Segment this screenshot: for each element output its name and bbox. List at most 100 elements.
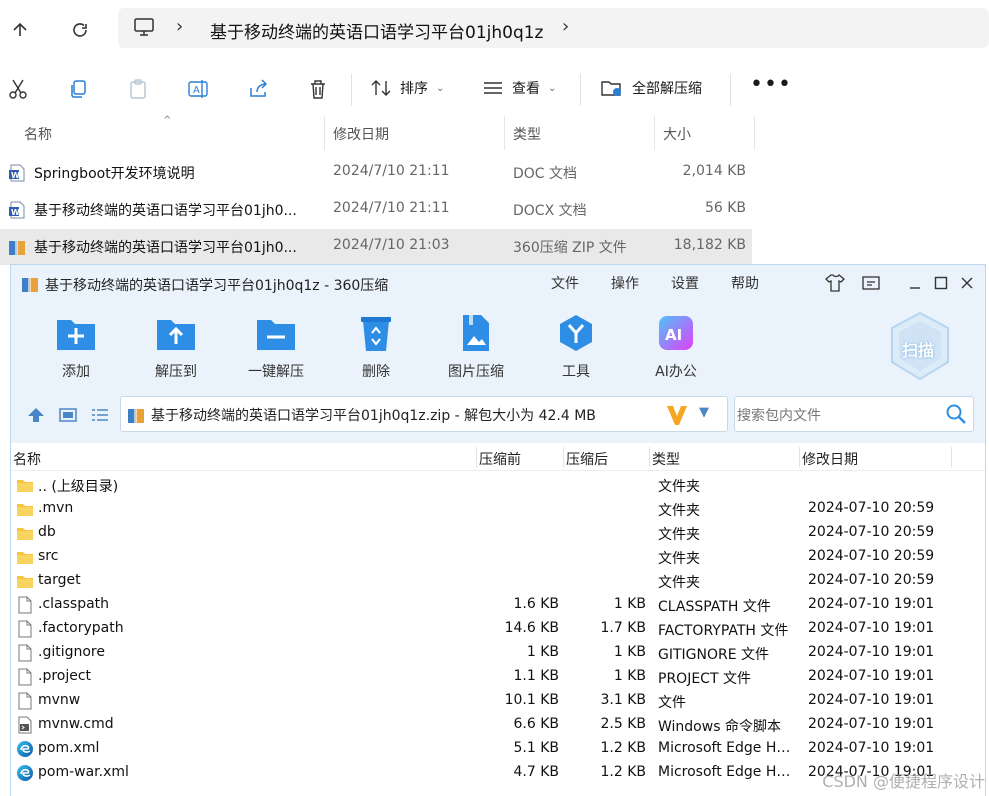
entry-name: db (38, 524, 56, 540)
paste-icon[interactable] (125, 76, 151, 102)
tools-button[interactable]: 工具 (531, 313, 621, 387)
command-bar: A 排序 ⌄ 查看 ⌄ 全部解压缩 ••• (0, 66, 989, 114)
rename-icon[interactable]: A (185, 76, 211, 102)
delete-button[interactable]: 删除 (331, 313, 421, 387)
entry-size-after: 3.1 KB (600, 692, 647, 708)
cut-icon[interactable] (5, 76, 31, 102)
archive-folder-row[interactable]: db 文件夹 2024-07-10 20:59 (11, 521, 985, 545)
folder-icon (16, 548, 34, 566)
toolbar-divider (580, 74, 581, 106)
extract-folder-icon (601, 81, 621, 96)
one-click-extract-icon (255, 313, 297, 353)
copy-icon[interactable] (65, 76, 91, 102)
share-icon[interactable] (245, 76, 271, 102)
file-type: DOCX 文档 (513, 203, 587, 219)
image-compress-label: 图片压缩 (448, 364, 504, 380)
column-date[interactable]: 修改日期 (325, 116, 505, 150)
file-type: DOC 文档 (513, 166, 578, 182)
archive-column-date[interactable]: 修改日期 (802, 449, 858, 469)
explorer-file-row[interactable]: 基于移动终端的英语口语学习平台01jh0... 2024/7/10 21:03 36… (0, 229, 752, 265)
explorer-file-row[interactable]: W Springboot开发环境说明 2024/7/10 21:11 DOC 文档 2,… (0, 155, 752, 191)
archive-file-row[interactable]: pom.xml 5.1 KB 1.2 KB Microsoft Edge HT... 2… (11, 737, 985, 761)
entry-size-before: 4.7 KB (513, 764, 560, 780)
sort-button[interactable]: 排序 ⌄ (370, 78, 444, 98)
svg-text:A: A (193, 85, 200, 96)
extract-all-button[interactable]: 全部解压缩 (600, 78, 702, 98)
delete-icon[interactable] (305, 76, 331, 102)
image-compress-icon (455, 313, 497, 353)
archive-folder-row[interactable]: .. (上级目录) 文件夹 (11, 473, 985, 497)
word-doc-icon: W (8, 164, 26, 182)
explorer-file-row[interactable]: W 基于移动终端的英语口语学习平台01jh0... 2024/7/10 21:11 D… (0, 192, 752, 228)
archive-search-field[interactable]: 搜索包内文件 (734, 396, 974, 432)
view-button[interactable]: 查看 ⌄ (482, 78, 556, 98)
chevron-right-icon[interactable]: › (562, 16, 569, 37)
archive-file-row[interactable]: .gitignore 1 KB 1 KB GITIGNORE 文件 2024-07-10… (11, 641, 985, 665)
column-divider (951, 447, 952, 467)
folder-icon (16, 500, 34, 518)
explorer-column-header: ^ 名称 修改日期 类型 大小 (0, 115, 760, 150)
up-level-icon[interactable] (25, 405, 47, 425)
entry-type: 文件 (658, 695, 686, 711)
archive-path-field[interactable]: 基于移动终端的英语口语学习平台01jh0q1z.zip - 解包大小为 42.4… (120, 396, 728, 432)
column-size[interactable]: 大小 (655, 116, 755, 150)
refresh-icon[interactable] (62, 12, 98, 48)
archive-column-type[interactable]: 类型 (652, 449, 680, 469)
view-label: 查看 (512, 81, 540, 97)
archive-column-name[interactable]: 名称 (13, 449, 41, 469)
column-divider (476, 447, 477, 467)
archive-folder-row[interactable]: target 文件夹 2024-07-10 20:59 (11, 569, 985, 593)
archive-file-row[interactable]: .project 1.1 KB 1 KB PROJECT 文件 2024-07-10 1… (11, 665, 985, 689)
svg-text:AI: AI (665, 326, 682, 344)
archive-file-row[interactable]: .factorypath 14.6 KB 1.7 KB FACTORYPATH 文件 2… (11, 617, 985, 641)
archive-column-before[interactable]: 压缩前 (479, 449, 521, 469)
one-click-extract-button[interactable]: 一键解压 (231, 313, 321, 387)
svg-text:W: W (11, 171, 20, 180)
add-folder-icon (55, 313, 97, 353)
close-icon[interactable] (955, 271, 979, 295)
menu-file[interactable]: 文件 (551, 273, 579, 293)
maximize-icon[interactable] (929, 271, 953, 295)
column-type[interactable]: 类型 (505, 116, 655, 150)
archive-file-row[interactable]: mvnw 10.1 KB 3.1 KB 文件 2024-07-10 19:01 (11, 689, 985, 713)
entry-name: pom.xml (38, 740, 100, 756)
minimize-icon[interactable] (903, 271, 927, 295)
address-bar[interactable]: › 基于移动终端的英语口语学习平台01jh0q1z › (118, 8, 989, 48)
zip-path-bar: 基于移动终端的英语口语学习平台01jh0q1z.zip - 解包大小为 42.4… (11, 391, 985, 439)
add-button[interactable]: 添加 (31, 313, 121, 387)
archive-folder-row[interactable]: src 文件夹 2024-07-10 20:59 (11, 545, 985, 569)
entry-size-after: 1.2 KB (600, 740, 647, 756)
archive-file-row[interactable]: .classpath 1.6 KB 1 KB CLASSPATH 文件 2024-07-… (11, 593, 985, 617)
entry-size-before: 1 KB (526, 644, 559, 660)
extract-to-label: 解压到 (155, 364, 197, 380)
archive-file-row[interactable]: mvnw.cmd 6.6 KB 2.5 KB Windows 命令脚本 2024-07-… (11, 713, 985, 737)
more-options-icon[interactable]: ••• (750, 72, 792, 97)
computer-icon (134, 18, 154, 36)
file-date: 2024/7/10 21:11 (333, 200, 450, 216)
menu-help[interactable]: 帮助 (731, 273, 759, 293)
entry-size-before: 1.1 KB (513, 668, 560, 684)
scan-button[interactable]: 扫描 (889, 311, 951, 381)
column-divider (563, 447, 564, 467)
search-icon[interactable] (945, 403, 967, 425)
entry-name: .gitignore (38, 644, 105, 660)
scan-label: 扫描 (902, 341, 935, 360)
entry-type: Microsoft Edge HT... (658, 740, 796, 756)
skin-shirt-icon[interactable] (823, 271, 847, 295)
zip-archive-icon (128, 409, 144, 423)
column-name[interactable]: 名称 (0, 116, 325, 150)
file-date: 2024/7/10 21:11 (333, 163, 450, 179)
address-path[interactable]: 基于移动终端的英语口语学习平台01jh0q1z (210, 18, 543, 43)
menu-settings[interactable]: 设置 (671, 273, 699, 293)
dropdown-triangle-icon[interactable]: ▼ (699, 405, 709, 420)
extract-to-button[interactable]: 解压到 (131, 313, 221, 387)
archive-column-after[interactable]: 压缩后 (566, 449, 608, 469)
archive-folder-row[interactable]: .mvn 文件夹 2024-07-10 20:59 (11, 497, 985, 521)
menu-operation[interactable]: 操作 (611, 273, 639, 293)
up-arrow-icon[interactable] (2, 12, 38, 48)
thumbnail-view-icon[interactable] (57, 405, 79, 425)
feedback-icon[interactable] (859, 271, 883, 295)
ai-office-button[interactable]: AI AI办公 (631, 313, 721, 387)
image-compress-button[interactable]: 图片压缩 (431, 313, 521, 387)
list-view-icon[interactable] (89, 405, 111, 425)
